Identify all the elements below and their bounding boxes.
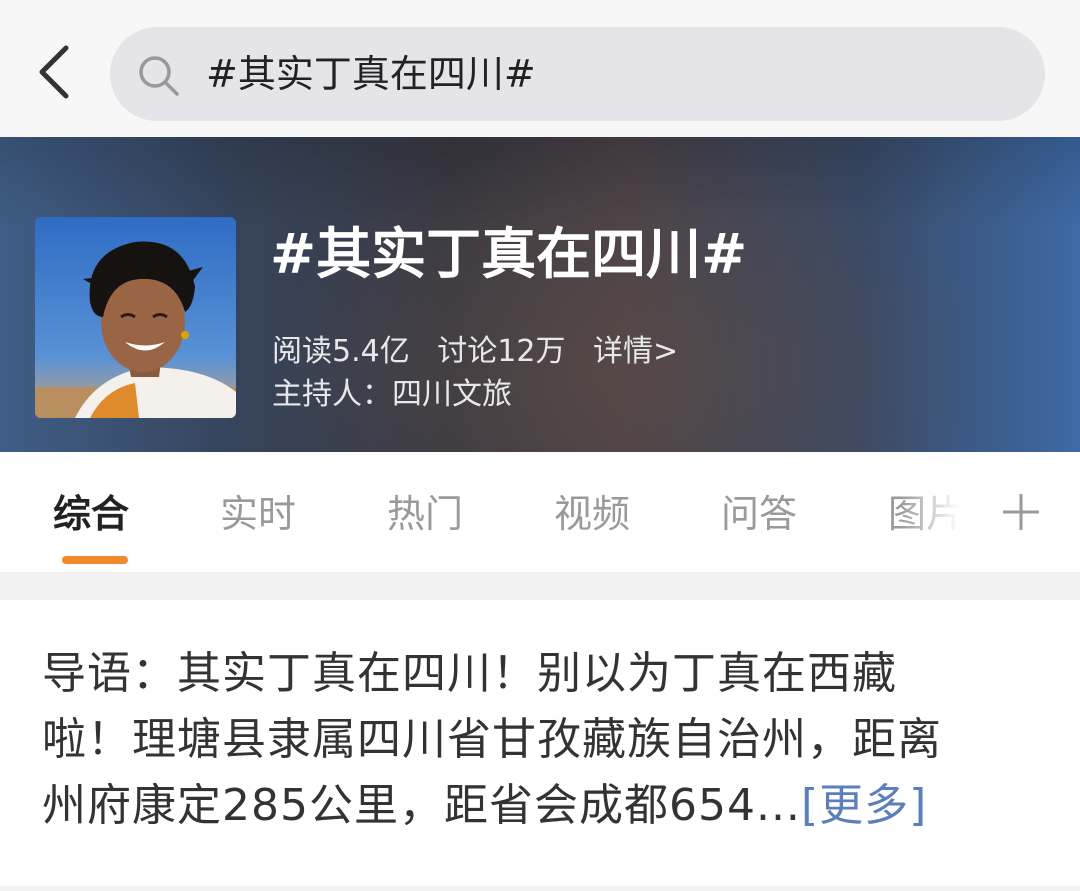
active-tab-indicator bbox=[62, 556, 128, 564]
topic-stats: 阅读5.4亿 讨论12万 详情> bbox=[272, 332, 696, 372]
details-link[interactable]: 详情> bbox=[593, 334, 678, 369]
tab-general[interactable]: 综合 bbox=[53, 489, 129, 539]
tab-hot[interactable]: 热门 bbox=[387, 489, 463, 539]
plus-icon bbox=[1003, 494, 1039, 530]
topic-host: 主持人：四川文旅 bbox=[272, 377, 512, 412]
topic-banner: #其实丁真在四川# 阅读5.4亿 讨论12万 详情> 主持人：四川文旅 bbox=[0, 137, 1080, 452]
back-arrow-icon bbox=[39, 45, 69, 99]
topic-avatar[interactable] bbox=[35, 217, 236, 418]
tab-fade bbox=[900, 452, 970, 572]
search-query-text[interactable]: #其实丁真在四川# bbox=[206, 48, 536, 100]
portrait-image bbox=[35, 217, 236, 418]
search-bar[interactable]: #其实丁真在四川# bbox=[110, 27, 1045, 121]
tab-realtime[interactable]: 实时 bbox=[220, 489, 296, 539]
search-icon bbox=[139, 56, 179, 96]
tab-video[interactable]: 视频 bbox=[554, 489, 630, 539]
intro-line: 啦！理塘县隶属四川省甘孜藏族自治州，距离 bbox=[42, 714, 942, 765]
discussion-count: 讨论12万 bbox=[437, 334, 566, 369]
intro-line-text: 州府康定285公里，距省会成都654... bbox=[42, 780, 801, 831]
back-button[interactable] bbox=[30, 42, 82, 102]
intro-line: 导语：其实丁真在四川！别以为丁真在西藏 bbox=[42, 648, 897, 699]
topic-intro: 导语：其实丁真在四川！别以为丁真在西藏 啦！理塘县隶属四川省甘孜藏族自治州，距离… bbox=[42, 641, 1042, 839]
intro-line: 州府康定285公里，距省会成都654...[更多] bbox=[42, 773, 1042, 839]
section-divider bbox=[0, 572, 1080, 600]
top-bar: #其实丁真在四川# bbox=[0, 0, 1080, 137]
tab-qa[interactable]: 问答 bbox=[721, 489, 797, 539]
add-tab-button[interactable] bbox=[985, 482, 1055, 542]
tab-bar: 综合 实时 热门 视频 问答 图片 bbox=[0, 452, 1080, 572]
bottom-divider bbox=[0, 886, 1080, 891]
topic-title: #其实丁真在四川# bbox=[270, 222, 748, 286]
read-count: 阅读5.4亿 bbox=[272, 334, 410, 369]
more-link[interactable]: [更多] bbox=[801, 780, 927, 831]
